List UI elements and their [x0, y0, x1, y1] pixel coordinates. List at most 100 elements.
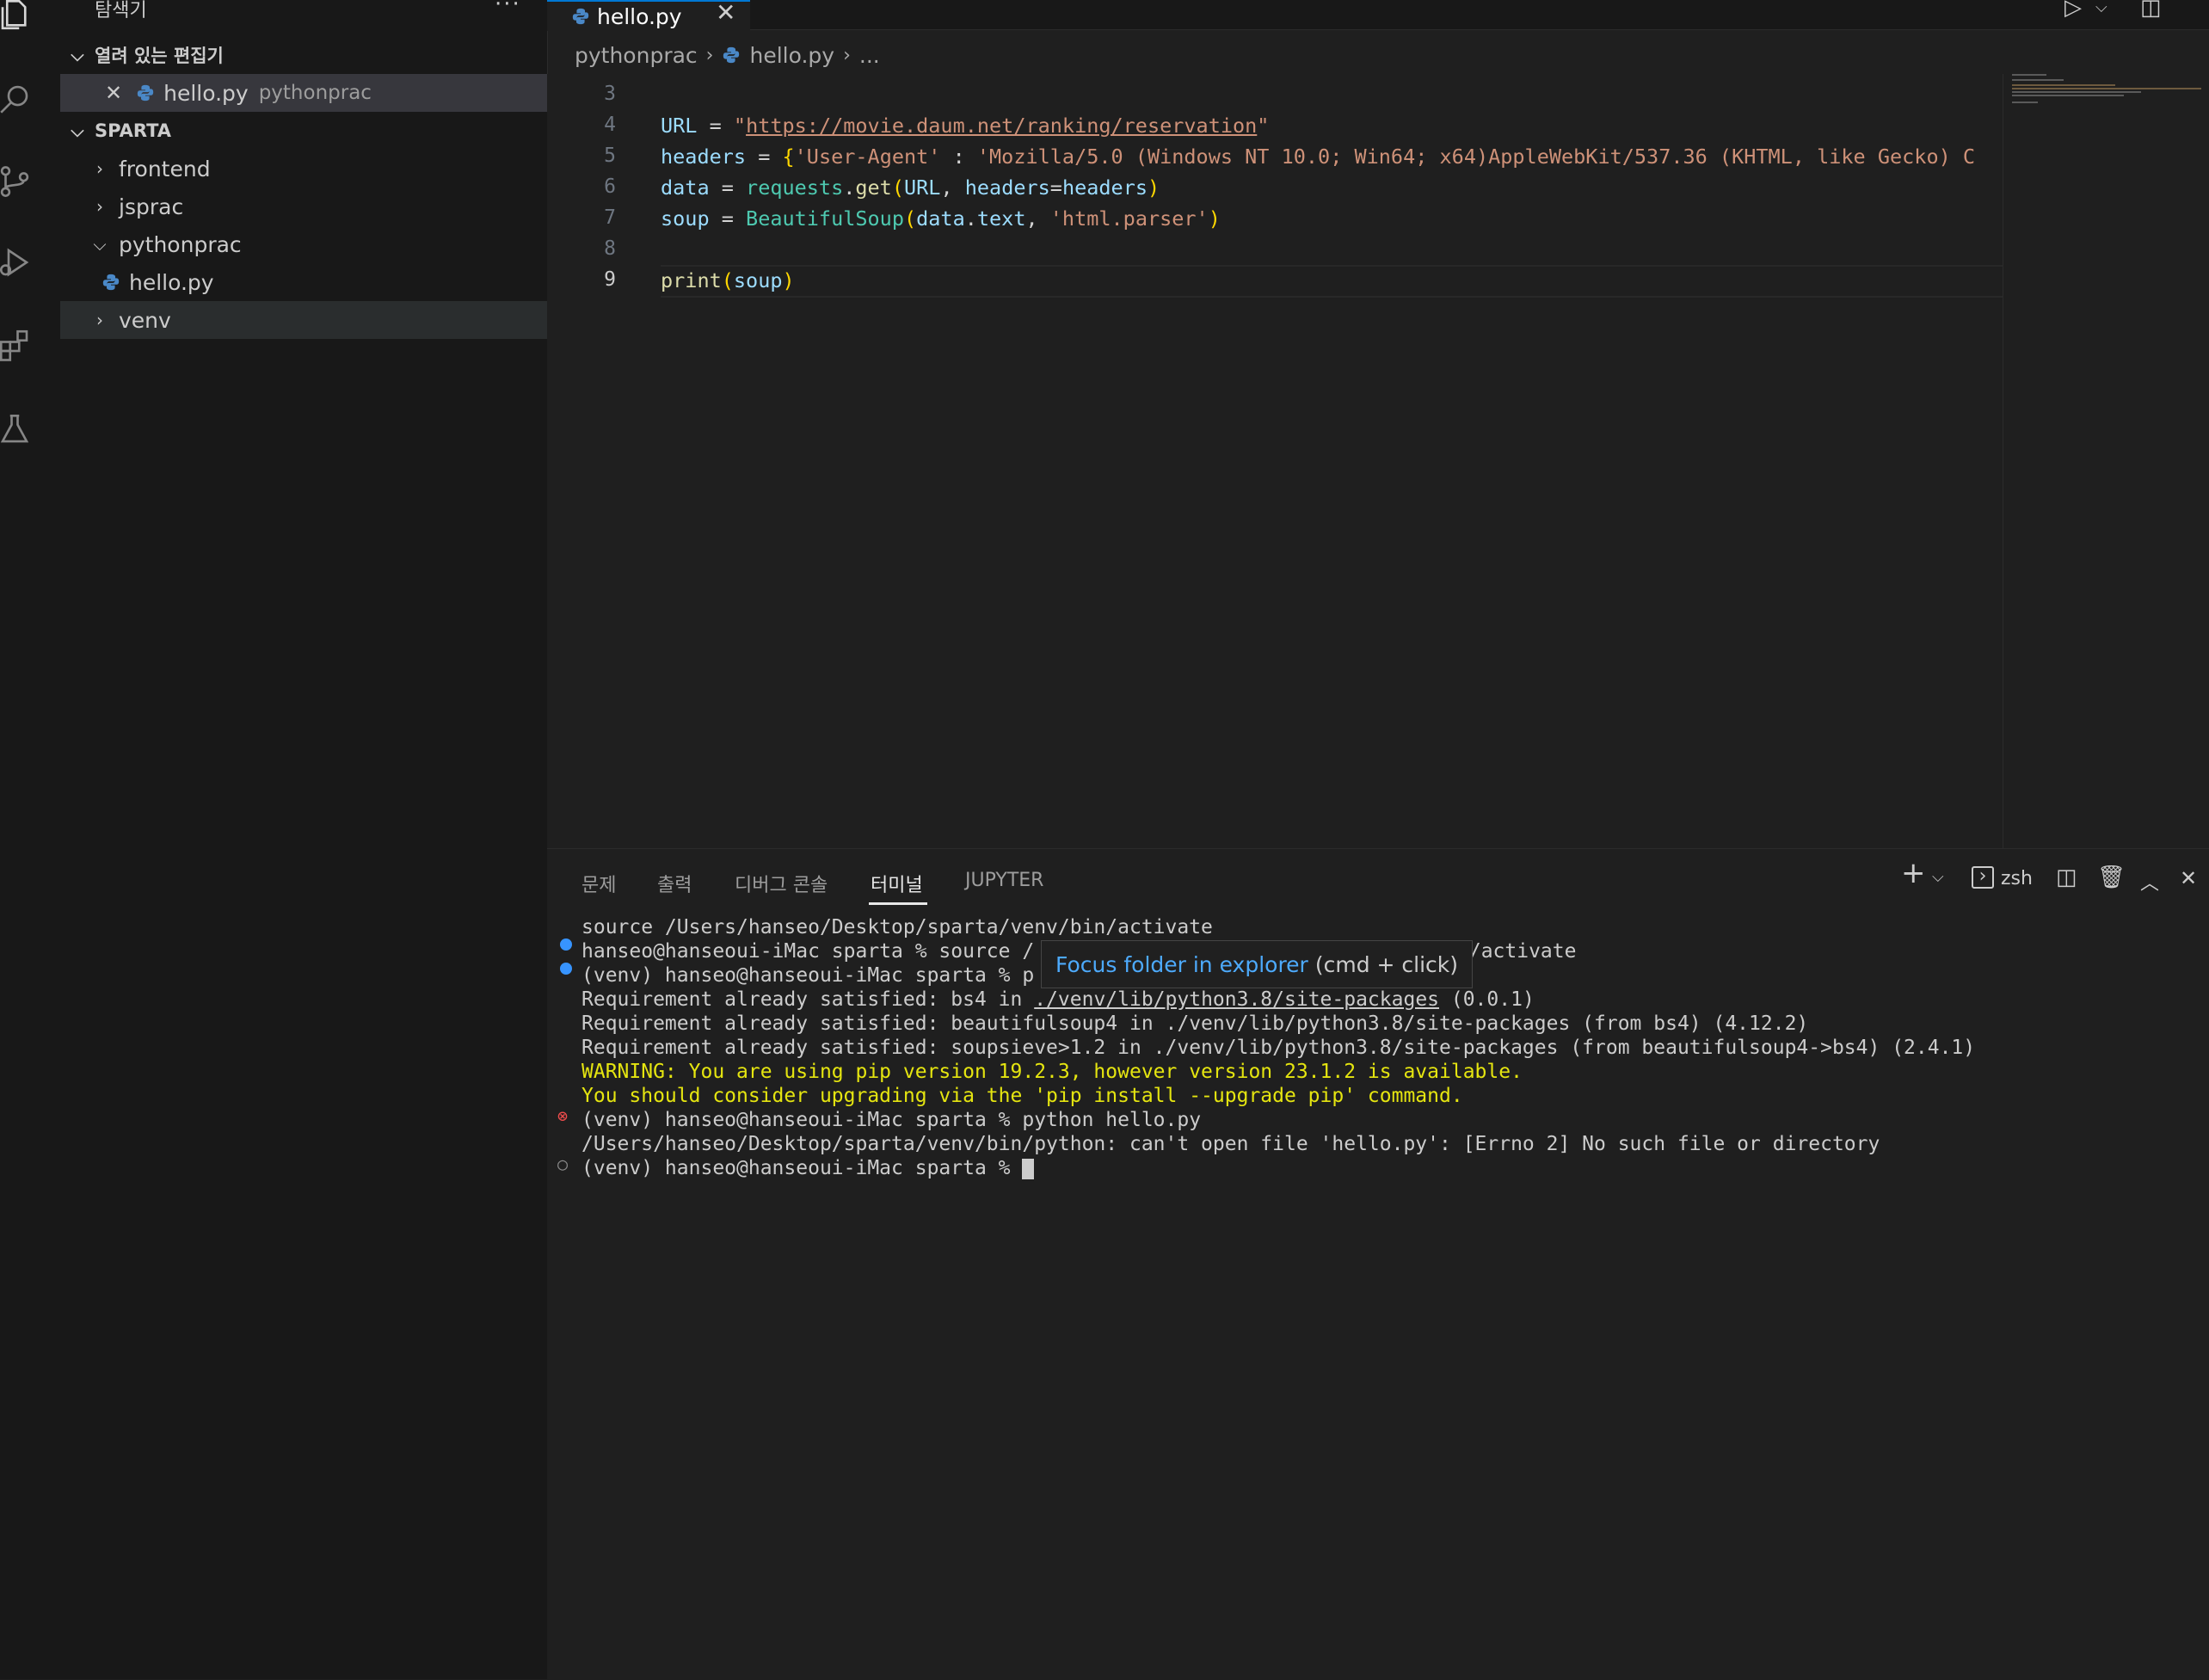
- line-number: 9: [604, 268, 616, 291]
- tree-folder-venv[interactable]: › venv: [60, 301, 547, 339]
- link-hover-tooltip: Focus folder in explorer (cmd + click): [1041, 940, 1474, 988]
- open-editor-folder: pythonprac: [258, 82, 372, 104]
- breadcrumb-file[interactable]: hello.py: [749, 43, 834, 68]
- close-icon[interactable]: ✕: [105, 81, 122, 105]
- split-editor-icon[interactable]: ◫: [2140, 0, 2162, 21]
- minimap-line: [2012, 88, 2201, 89]
- tree-folder-frontend[interactable]: › frontend: [60, 150, 547, 188]
- minimap-line: [2012, 102, 2038, 103]
- command-success-dot[interactable]: [560, 938, 572, 951]
- chevron-down-icon: ⌵: [71, 120, 84, 141]
- minimap-line: [2012, 74, 2046, 76]
- open-editor-item[interactable]: ✕ hello.py pythonprac: [60, 74, 547, 112]
- tab-terminal[interactable]: 터미널: [871, 870, 923, 897]
- explorer-icon[interactable]: [0, 0, 60, 45]
- command-success-dot[interactable]: [560, 963, 572, 975]
- python-file-icon: [137, 84, 154, 102]
- code-editor[interactable]: 3 4 5 6 7 8 9 URL = "https://movie.daum.…: [547, 74, 2003, 848]
- tree-item-label: hello.py: [129, 269, 214, 295]
- new-terminal-icon[interactable]: +: [1901, 856, 1926, 890]
- terminal-shell-name[interactable]: zsh: [2001, 868, 2033, 889]
- terminal-line: /Users/hanseo/Desktop/sparta/venv/bin/py…: [581, 1133, 1880, 1155]
- python-file-icon: [572, 8, 589, 25]
- terminal-line: Requirement already satisfied: soupsieve…: [581, 1037, 1976, 1059]
- chevron-right-icon: ›: [96, 158, 103, 179]
- tree-folder-jsprac[interactable]: › jsprac: [60, 188, 547, 225]
- terminal-warning-line: WARNING: You are using pip version 19.2.…: [581, 1061, 1523, 1083]
- testing-icon[interactable]: [0, 399, 60, 459]
- minimap-line: [2012, 79, 2064, 81]
- breadcrumb-symbol[interactable]: ...: [859, 43, 880, 68]
- code-line-9: print(soup): [661, 268, 795, 292]
- terminal-line: Requirement already satisfied: bs4 in ./…: [581, 988, 1535, 1011]
- tab-output[interactable]: 출력: [657, 870, 692, 897]
- terminal-icon[interactable]: ›: [1972, 866, 1994, 889]
- workspace-header[interactable]: ⌵ SPARTA: [60, 112, 547, 150]
- terminal-warning-line: You should consider upgrading via the 'p…: [581, 1085, 1463, 1107]
- tab-jupyter[interactable]: JUPYTER: [965, 870, 1043, 891]
- trash-icon[interactable]: 🗑: [2097, 865, 2126, 890]
- line-number: 5: [604, 145, 616, 167]
- open-editor-filename: hello.py: [163, 80, 249, 106]
- tab-problems[interactable]: 문제: [581, 870, 616, 897]
- minimap-line: [2012, 84, 2115, 86]
- tree-file-hello[interactable]: hello.py: [60, 263, 547, 301]
- active-tab-indicator: [869, 902, 927, 905]
- maximize-panel-icon[interactable]: ︿: [2140, 868, 2159, 895]
- sidebar-title: 탐색기: [95, 0, 147, 22]
- breadcrumb-folder[interactable]: pythonprac: [575, 43, 698, 68]
- command-error-icon[interactable]: ⊗: [557, 1105, 568, 1126]
- search-icon[interactable]: [0, 69, 60, 129]
- minimap-line: [2012, 95, 2124, 96]
- chevron-right-icon: ›: [705, 44, 714, 66]
- terminal-prompt-line: (venv) hanseo@hanseoui-iMac sparta %: [581, 1157, 1035, 1179]
- line-number: 7: [604, 206, 616, 229]
- tree-folder-pythonprac[interactable]: ⌵ pythonprac: [60, 225, 547, 263]
- open-editors-label: 열려 있는 편집기: [95, 46, 224, 66]
- split-terminal-icon[interactable]: ◫: [2056, 865, 2077, 890]
- terminal-line: n/activate: [1457, 940, 1577, 963]
- command-pending-icon: ○: [557, 1154, 569, 1174]
- close-panel-icon[interactable]: ✕: [2180, 866, 2197, 890]
- code-line-7: soup = BeautifulSoup(data.text, 'html.pa…: [661, 206, 1221, 231]
- code-url-link[interactable]: https://movie.daum.net/ranking/reservati…: [746, 114, 1257, 138]
- tree-item-label: pythonprac: [119, 231, 242, 257]
- chevron-down-icon[interactable]: ⌵: [1932, 868, 1944, 886]
- chevron-down-icon[interactable]: ⌵: [2095, 0, 2107, 16]
- breadcrumb: pythonprac › hello.py › ...: [575, 40, 880, 71]
- chevron-right-icon: ›: [96, 196, 103, 217]
- terminal-line: hanseo@hanseoui-iMac sparta % source /: [581, 940, 1035, 963]
- code-line-5: headers = {'User-Agent' : 'Mozilla/5.0 (…: [661, 145, 1976, 169]
- run-python-icon[interactable]: ▷: [2064, 0, 2082, 21]
- more-actions-icon[interactable]: ···: [495, 0, 521, 17]
- current-line-highlight: [661, 265, 2003, 298]
- terminal-cursor: [1022, 1158, 1035, 1179]
- terminal-path-link[interactable]: ./venv/lib/python3.8/site-packages: [1034, 988, 1439, 1011]
- tree-item-label: venv: [119, 307, 171, 333]
- workspace-label: SPARTA: [95, 120, 172, 141]
- terminal-line: (venv) hanseo@hanseoui-iMac sparta % p: [581, 964, 1035, 987]
- line-number: 6: [604, 175, 616, 198]
- python-file-icon: [102, 274, 120, 291]
- line-number: 8: [604, 237, 616, 260]
- minimap[interactable]: [2003, 74, 2209, 848]
- open-editors-header[interactable]: ⌵ 열려 있는 편집기: [60, 36, 547, 74]
- activity-bar: [0, 0, 60, 1679]
- extensions-icon[interactable]: [0, 315, 60, 375]
- tooltip-link[interactable]: Focus folder in explorer: [1055, 952, 1308, 977]
- chevron-down-icon: ⌵: [93, 234, 107, 255]
- explorer-sidebar: 탐색기 ··· ⌵ 열려 있는 편집기 ✕ hello.py pythonpra…: [60, 0, 548, 1679]
- terminal-line: Requirement already satisfied: beautiful…: [581, 1012, 1809, 1035]
- terminal-line: (venv) hanseo@hanseoui-iMac sparta % pyt…: [581, 1109, 1202, 1131]
- python-file-icon: [723, 46, 740, 64]
- chevron-down-icon: ⌵: [71, 45, 84, 65]
- source-control-icon[interactable]: [0, 151, 60, 212]
- run-debug-icon[interactable]: [0, 232, 60, 292]
- minimap-line: [2012, 91, 2141, 93]
- chevron-right-icon: ›: [843, 44, 851, 66]
- close-tab-icon[interactable]: ✕: [716, 0, 735, 27]
- tab-debug-console[interactable]: 디버그 콘솔: [735, 870, 828, 897]
- tab-hello-py[interactable]: hello.py ✕: [547, 0, 750, 31]
- tooltip-hint: (cmd + click): [1314, 951, 1459, 977]
- tree-item-label: jsprac: [119, 194, 184, 219]
